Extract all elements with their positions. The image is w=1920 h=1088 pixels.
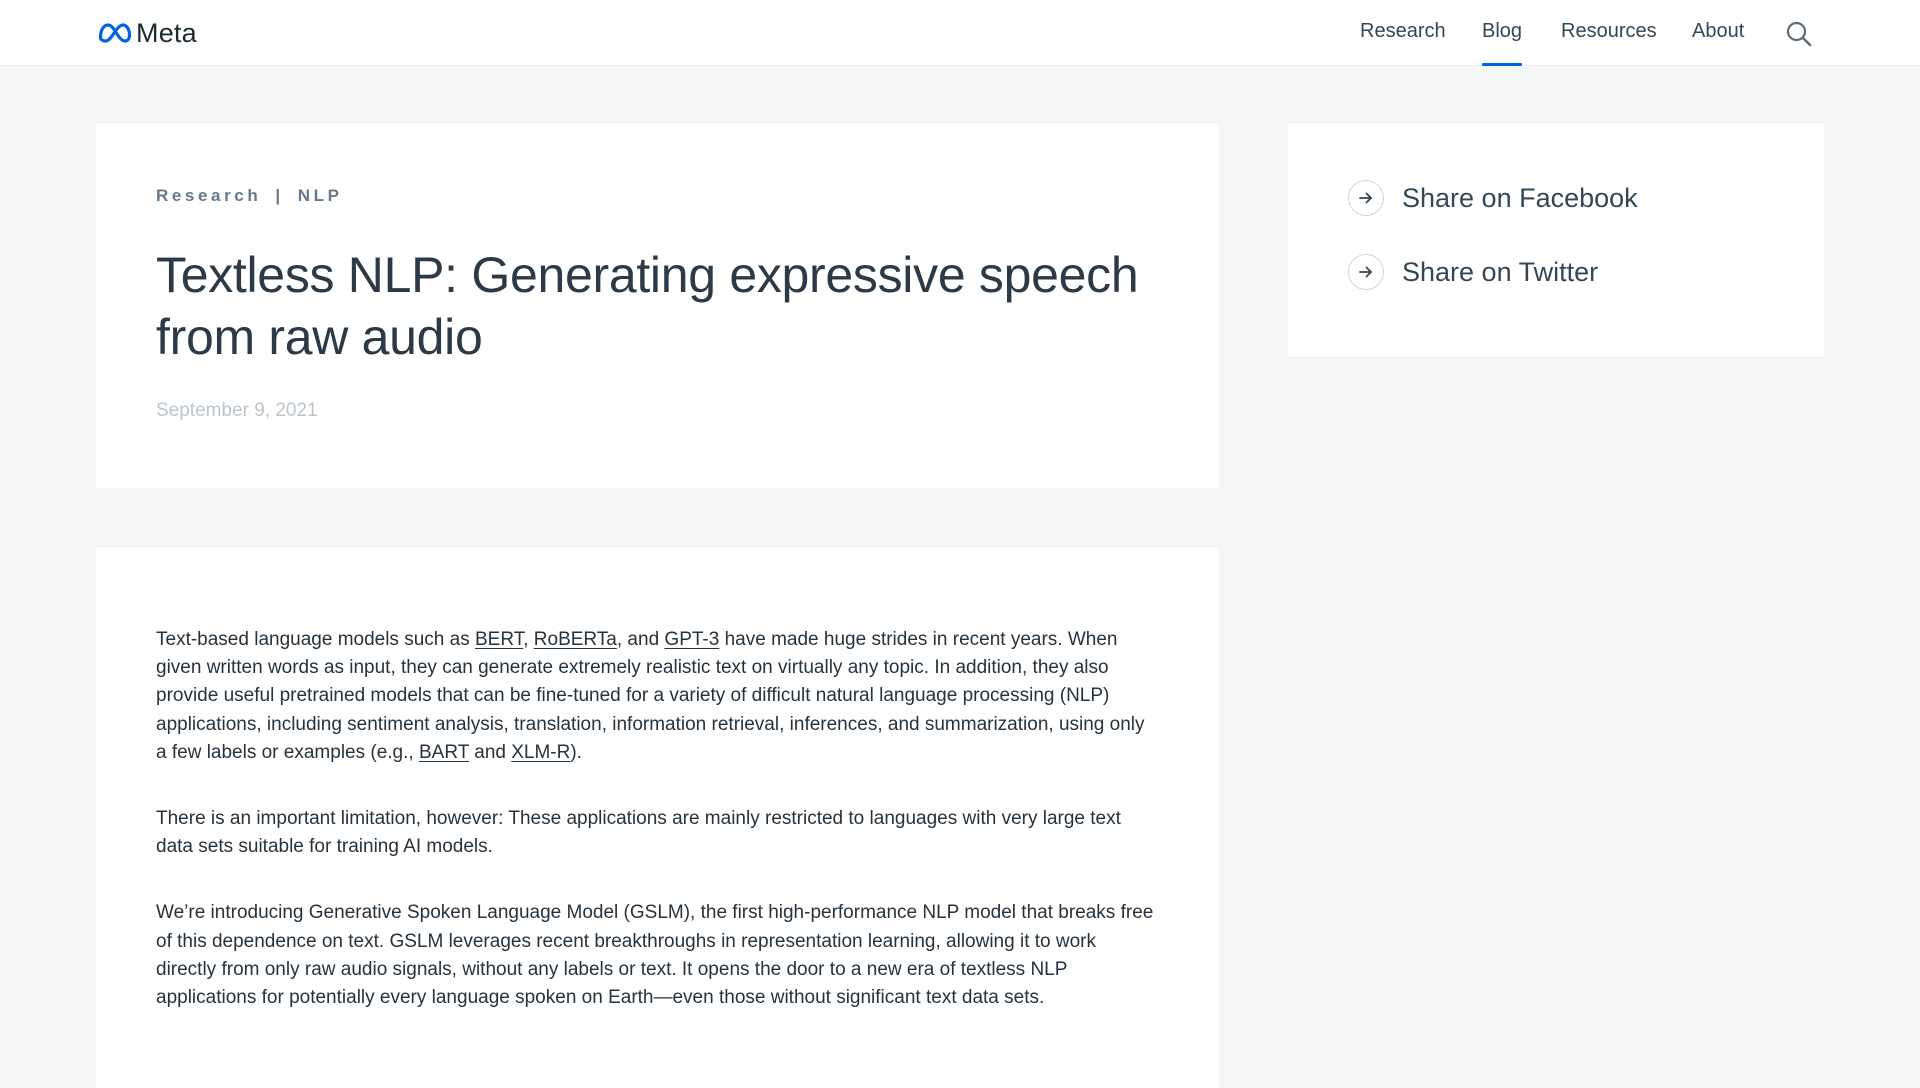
- post-category: Research | NLP: [156, 186, 343, 206]
- brand-name: Meta: [136, 17, 197, 48]
- link-xlm-r[interactable]: XLM-R: [511, 742, 570, 763]
- meta-logo[interactable]: Meta: [98, 17, 197, 49]
- share-twitter-link[interactable]: Share on Twitter: [1348, 254, 1598, 290]
- share-card: Share on Facebook Share on Twitter: [1288, 124, 1824, 356]
- share-facebook-label: Share on Facebook: [1402, 182, 1638, 213]
- top-navigation-bar: Meta Research Blog Resources About: [0, 0, 1920, 66]
- nav-resources[interactable]: Resources: [1561, 20, 1657, 43]
- nav-blog[interactable]: Blog: [1482, 20, 1523, 66]
- article-paragraph-2: There is an important limitation, howeve…: [156, 808, 1121, 858]
- link-bert[interactable]: BERT: [475, 629, 523, 650]
- link-bart[interactable]: BART: [419, 742, 469, 763]
- search-button[interactable]: [1785, 20, 1813, 48]
- link-roberta[interactable]: RoBERTa: [534, 629, 617, 650]
- text-run: ,: [523, 629, 534, 650]
- post-date: September 9, 2021: [156, 400, 318, 421]
- article-paragraph-3: We’re introducing Generative Spoken Lang…: [156, 902, 1154, 1009]
- category-research-link[interactable]: Research: [156, 186, 261, 205]
- share-twitter-label: Share on Twitter: [1402, 256, 1599, 287]
- post-header-card: Research | NLP Textless NLP: Generating ex…: [96, 124, 1219, 488]
- article-content: Text-based language models such as BERT,…: [156, 626, 1156, 1050]
- text-run: Text-based language models such as: [156, 629, 475, 650]
- text-run: , and: [616, 629, 665, 650]
- post-title: Textless NLP: Generating expressive spee…: [156, 247, 1139, 365]
- article-paragraph-1: Text-based language models such as BERT,…: [156, 626, 1156, 767]
- arrow-right-icon: [1348, 254, 1384, 290]
- text-run: ).: [570, 741, 582, 763]
- article-body-card: Text-based language models such as BERT,…: [96, 548, 1219, 1088]
- nav-about[interactable]: About: [1692, 20, 1744, 43]
- search-icon: [1786, 21, 1812, 47]
- category-nlp-link[interactable]: NLP: [298, 186, 343, 205]
- arrow-right-icon: [1348, 180, 1384, 216]
- text-run: and: [468, 741, 512, 763]
- category-separator: |: [275, 186, 284, 205]
- meta-infinity-icon: [98, 23, 132, 43]
- link-gpt3[interactable]: GPT-3: [664, 629, 719, 650]
- share-facebook-link[interactable]: Share on Facebook: [1348, 180, 1638, 216]
- nav-research[interactable]: Research: [1360, 20, 1446, 43]
